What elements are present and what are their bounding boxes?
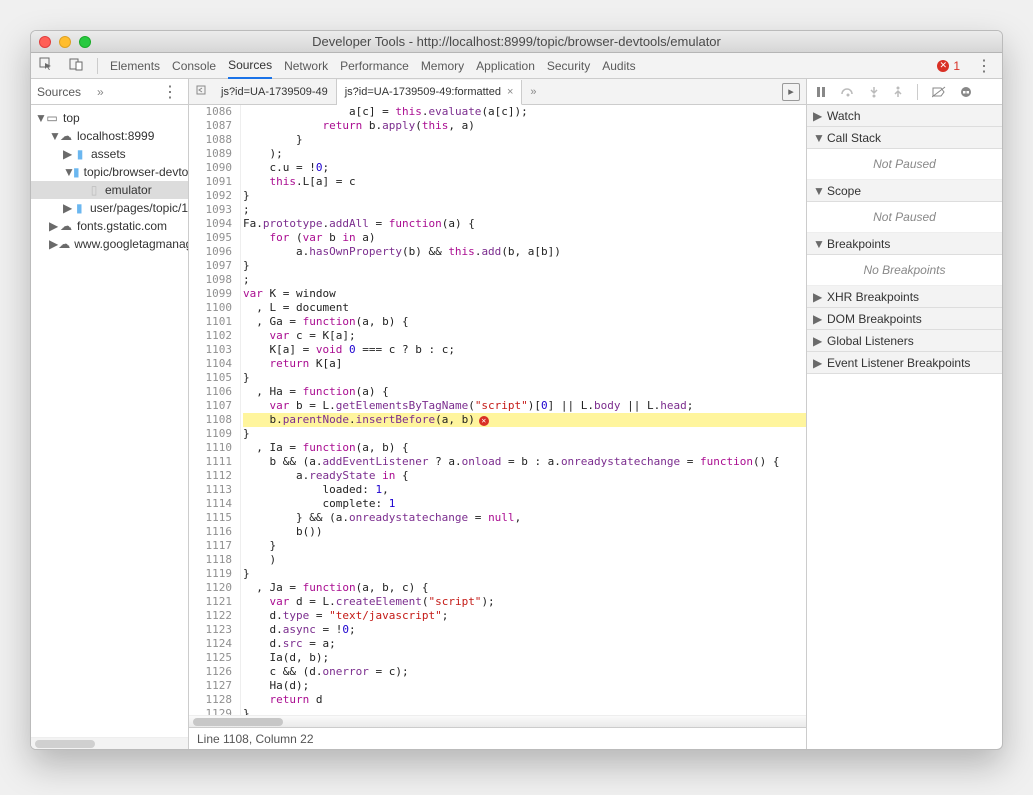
sources-panel: Sources » ⋮ ▼▭top ▼☁localhost:8999 ▶▮ass… — [31, 79, 1002, 749]
separator — [917, 84, 918, 100]
pane-xhr[interactable]: ▶XHR Breakpoints — [807, 286, 1002, 308]
cloud-icon: ☁ — [59, 219, 73, 233]
tab-application[interactable]: Application — [476, 59, 535, 73]
error-marker-icon[interactable]: ✕ — [479, 416, 489, 426]
file-tab-2[interactable]: js?id=UA-1739509-49:formatted × — [337, 80, 523, 105]
cloud-icon: ☁ — [58, 237, 70, 251]
folder-icon: ▮ — [73, 147, 87, 161]
tab-sources[interactable]: Sources — [228, 58, 272, 74]
navigator-sidebar: Sources » ⋮ ▼▭top ▼☁localhost:8999 ▶▮ass… — [31, 79, 189, 749]
close-tab-icon[interactable]: × — [507, 86, 513, 98]
pane-dom[interactable]: ▶DOM Breakpoints — [807, 308, 1002, 330]
tree-emulator[interactable]: ▯emulator — [31, 181, 188, 199]
code-area[interactable]: a[c] = this.evaluate(a[c]); return b.app… — [241, 105, 806, 715]
navigator-tab-sources[interactable]: Sources — [37, 85, 81, 99]
titlebar: Developer Tools - http://localhost:8999/… — [31, 31, 1002, 53]
code-editor[interactable]: 1086108710881089109010911092109310941095… — [189, 105, 806, 715]
tree-gtm[interactable]: ▶☁www.googletagmanager.com — [31, 235, 188, 253]
pane-breakpoints[interactable]: ▼Breakpoints — [807, 233, 1002, 255]
tab-console[interactable]: Console — [172, 59, 216, 73]
file-tab-bar: js?id=UA-1739509-49 js?id=UA-1739509-49:… — [189, 79, 806, 105]
tree-topic[interactable]: ▼▮topic/browser-devtools — [31, 163, 188, 181]
devtools-window: Developer Tools - http://localhost:8999/… — [30, 30, 1003, 750]
error-icon: ✕ — [937, 60, 949, 72]
tab-elements[interactable]: Elements — [110, 59, 160, 73]
breakpoints-body: No Breakpoints — [807, 255, 1002, 286]
folder-icon: ▮ — [73, 165, 80, 179]
deactivate-breakpoints-icon[interactable] — [932, 86, 946, 98]
pane-global[interactable]: ▶Global Listeners — [807, 330, 1002, 352]
pane-callstack[interactable]: ▼Call Stack — [807, 127, 1002, 149]
device-icon[interactable] — [67, 57, 85, 74]
scope-body: Not Paused — [807, 202, 1002, 233]
navigator-more-icon[interactable]: » — [89, 85, 112, 99]
editor-pane: js?id=UA-1739509-49 js?id=UA-1739509-49:… — [189, 79, 807, 749]
tab-memory[interactable]: Memory — [421, 59, 464, 73]
folder-icon: ▮ — [73, 201, 86, 215]
tab-security[interactable]: Security — [547, 59, 590, 73]
status-bar: Line 1108, Column 22 — [189, 727, 806, 749]
file-tree: ▼▭top ▼☁localhost:8999 ▶▮assets ▼▮topic/… — [31, 105, 188, 257]
step-over-icon[interactable] — [841, 86, 855, 98]
tab-audits[interactable]: Audits — [602, 59, 635, 73]
pause-icon[interactable] — [815, 86, 827, 98]
step-out-icon[interactable] — [893, 86, 903, 98]
sidebar-scrollbar[interactable] — [31, 737, 188, 749]
tree-fonts[interactable]: ▶☁fonts.gstatic.com — [31, 217, 188, 235]
navigator-header: Sources » ⋮ — [31, 79, 188, 105]
file-icon: ▯ — [87, 183, 101, 197]
file-tab-2-label: js?id=UA-1739509-49:formatted — [345, 86, 501, 98]
run-snippet-icon[interactable]: ▸ — [782, 83, 800, 101]
tabs-overflow-icon[interactable]: » — [522, 86, 544, 98]
file-tab-1-label: js?id=UA-1739509-49 — [221, 86, 328, 98]
window-title: Developer Tools - http://localhost:8999/… — [31, 34, 1002, 49]
step-into-icon[interactable] — [869, 86, 879, 98]
navigator-menu-icon[interactable]: ⋮ — [158, 82, 182, 102]
window-icon: ▭ — [45, 111, 59, 125]
debugger-pane: ▶Watch ▼Call Stack Not Paused ▼Scope Not… — [807, 79, 1002, 749]
tab-network[interactable]: Network — [284, 59, 328, 73]
tree-top[interactable]: ▼▭top — [31, 109, 188, 127]
cloud-icon: ☁ — [59, 129, 73, 143]
tree-user-pages[interactable]: ▶▮user/pages/topic/1 — [31, 199, 188, 217]
error-count: 1 — [953, 59, 960, 73]
tree-assets[interactable]: ▶▮assets — [31, 145, 188, 163]
inspect-icon[interactable] — [37, 57, 55, 74]
debugger-toolbar — [807, 79, 1002, 105]
pane-event-listeners[interactable]: ▶Event Listener Breakpoints — [807, 352, 1002, 374]
tree-localhost[interactable]: ▼☁localhost:8999 — [31, 127, 188, 145]
line-gutter: 1086108710881089109010911092109310941095… — [189, 105, 241, 715]
error-badge[interactable]: ✕ 1 — [937, 59, 960, 73]
pane-scope[interactable]: ▼Scope — [807, 180, 1002, 202]
top-tab-bar: Elements Console Sources Network Perform… — [31, 53, 1002, 79]
pane-watch[interactable]: ▶Watch — [807, 105, 1002, 127]
more-menu-icon[interactable]: ⋮ — [972, 56, 996, 76]
nav-back-icon[interactable] — [189, 84, 213, 99]
callstack-body: Not Paused — [807, 149, 1002, 180]
tab-performance[interactable]: Performance — [340, 59, 409, 73]
pause-on-exceptions-icon[interactable] — [960, 86, 972, 98]
separator — [97, 58, 98, 74]
file-tab-1[interactable]: js?id=UA-1739509-49 — [213, 79, 337, 104]
editor-scrollbar[interactable] — [189, 715, 806, 727]
